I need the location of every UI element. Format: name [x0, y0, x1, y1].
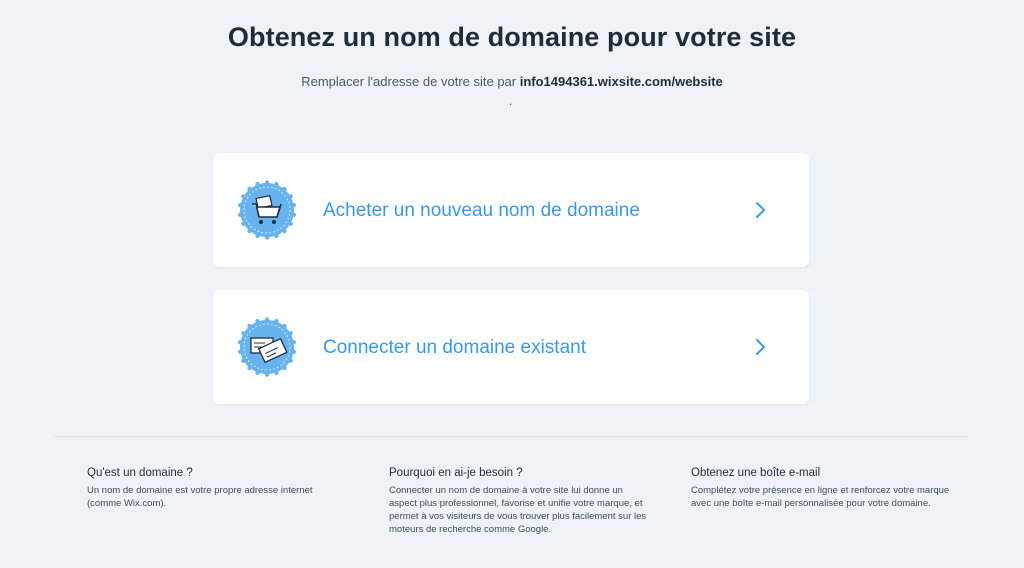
subtitle-dot: . [509, 94, 513, 108]
info-why-needed: Pourquoi en ai-je besoin ? Connecter un … [389, 467, 649, 536]
info-what-is-domain: Qu'est un domaine ? Un nom de domaine es… [87, 467, 347, 510]
info-text: Connecter un nom de domaine à votre site… [389, 485, 647, 535]
info-text: Complétez votre présence en ligne et ren… [691, 485, 950, 509]
subtitle-text: Remplacer l'adresse de votre site par [301, 74, 520, 89]
info-text: Un nom de domaine est votre propre adres… [87, 485, 313, 509]
info-get-mailbox: Obtenez une boîte e-mail Complétez votre… [691, 467, 951, 510]
chevron-right-icon [756, 202, 765, 218]
shopping-cart-icon [238, 180, 296, 240]
page-subtitle: Remplacer l'adresse de votre site par in… [0, 74, 1024, 89]
divider [54, 436, 968, 437]
chevron-right-icon [756, 339, 765, 355]
page-title: Obtenez un nom de domaine pour votre sit… [227, 22, 797, 52]
connect-domain-option[interactable]: Connecter un domaine existant [213, 290, 809, 404]
buy-domain-option[interactable]: Acheter un nouveau nom de domaine [213, 153, 809, 267]
connect-domain-label: Connecter un domaine existant [323, 337, 586, 358]
info-title: Qu'est un domaine ? [87, 467, 193, 479]
site-url: info1494361.wixsite.com/website [519, 74, 723, 89]
info-title: Obtenez une boîte e-mail [691, 467, 821, 479]
buy-domain-label: Acheter un nouveau nom de domaine [323, 200, 640, 221]
domain-cards-icon [238, 317, 296, 377]
info-title: Pourquoi en ai-je besoin ? [389, 467, 523, 479]
